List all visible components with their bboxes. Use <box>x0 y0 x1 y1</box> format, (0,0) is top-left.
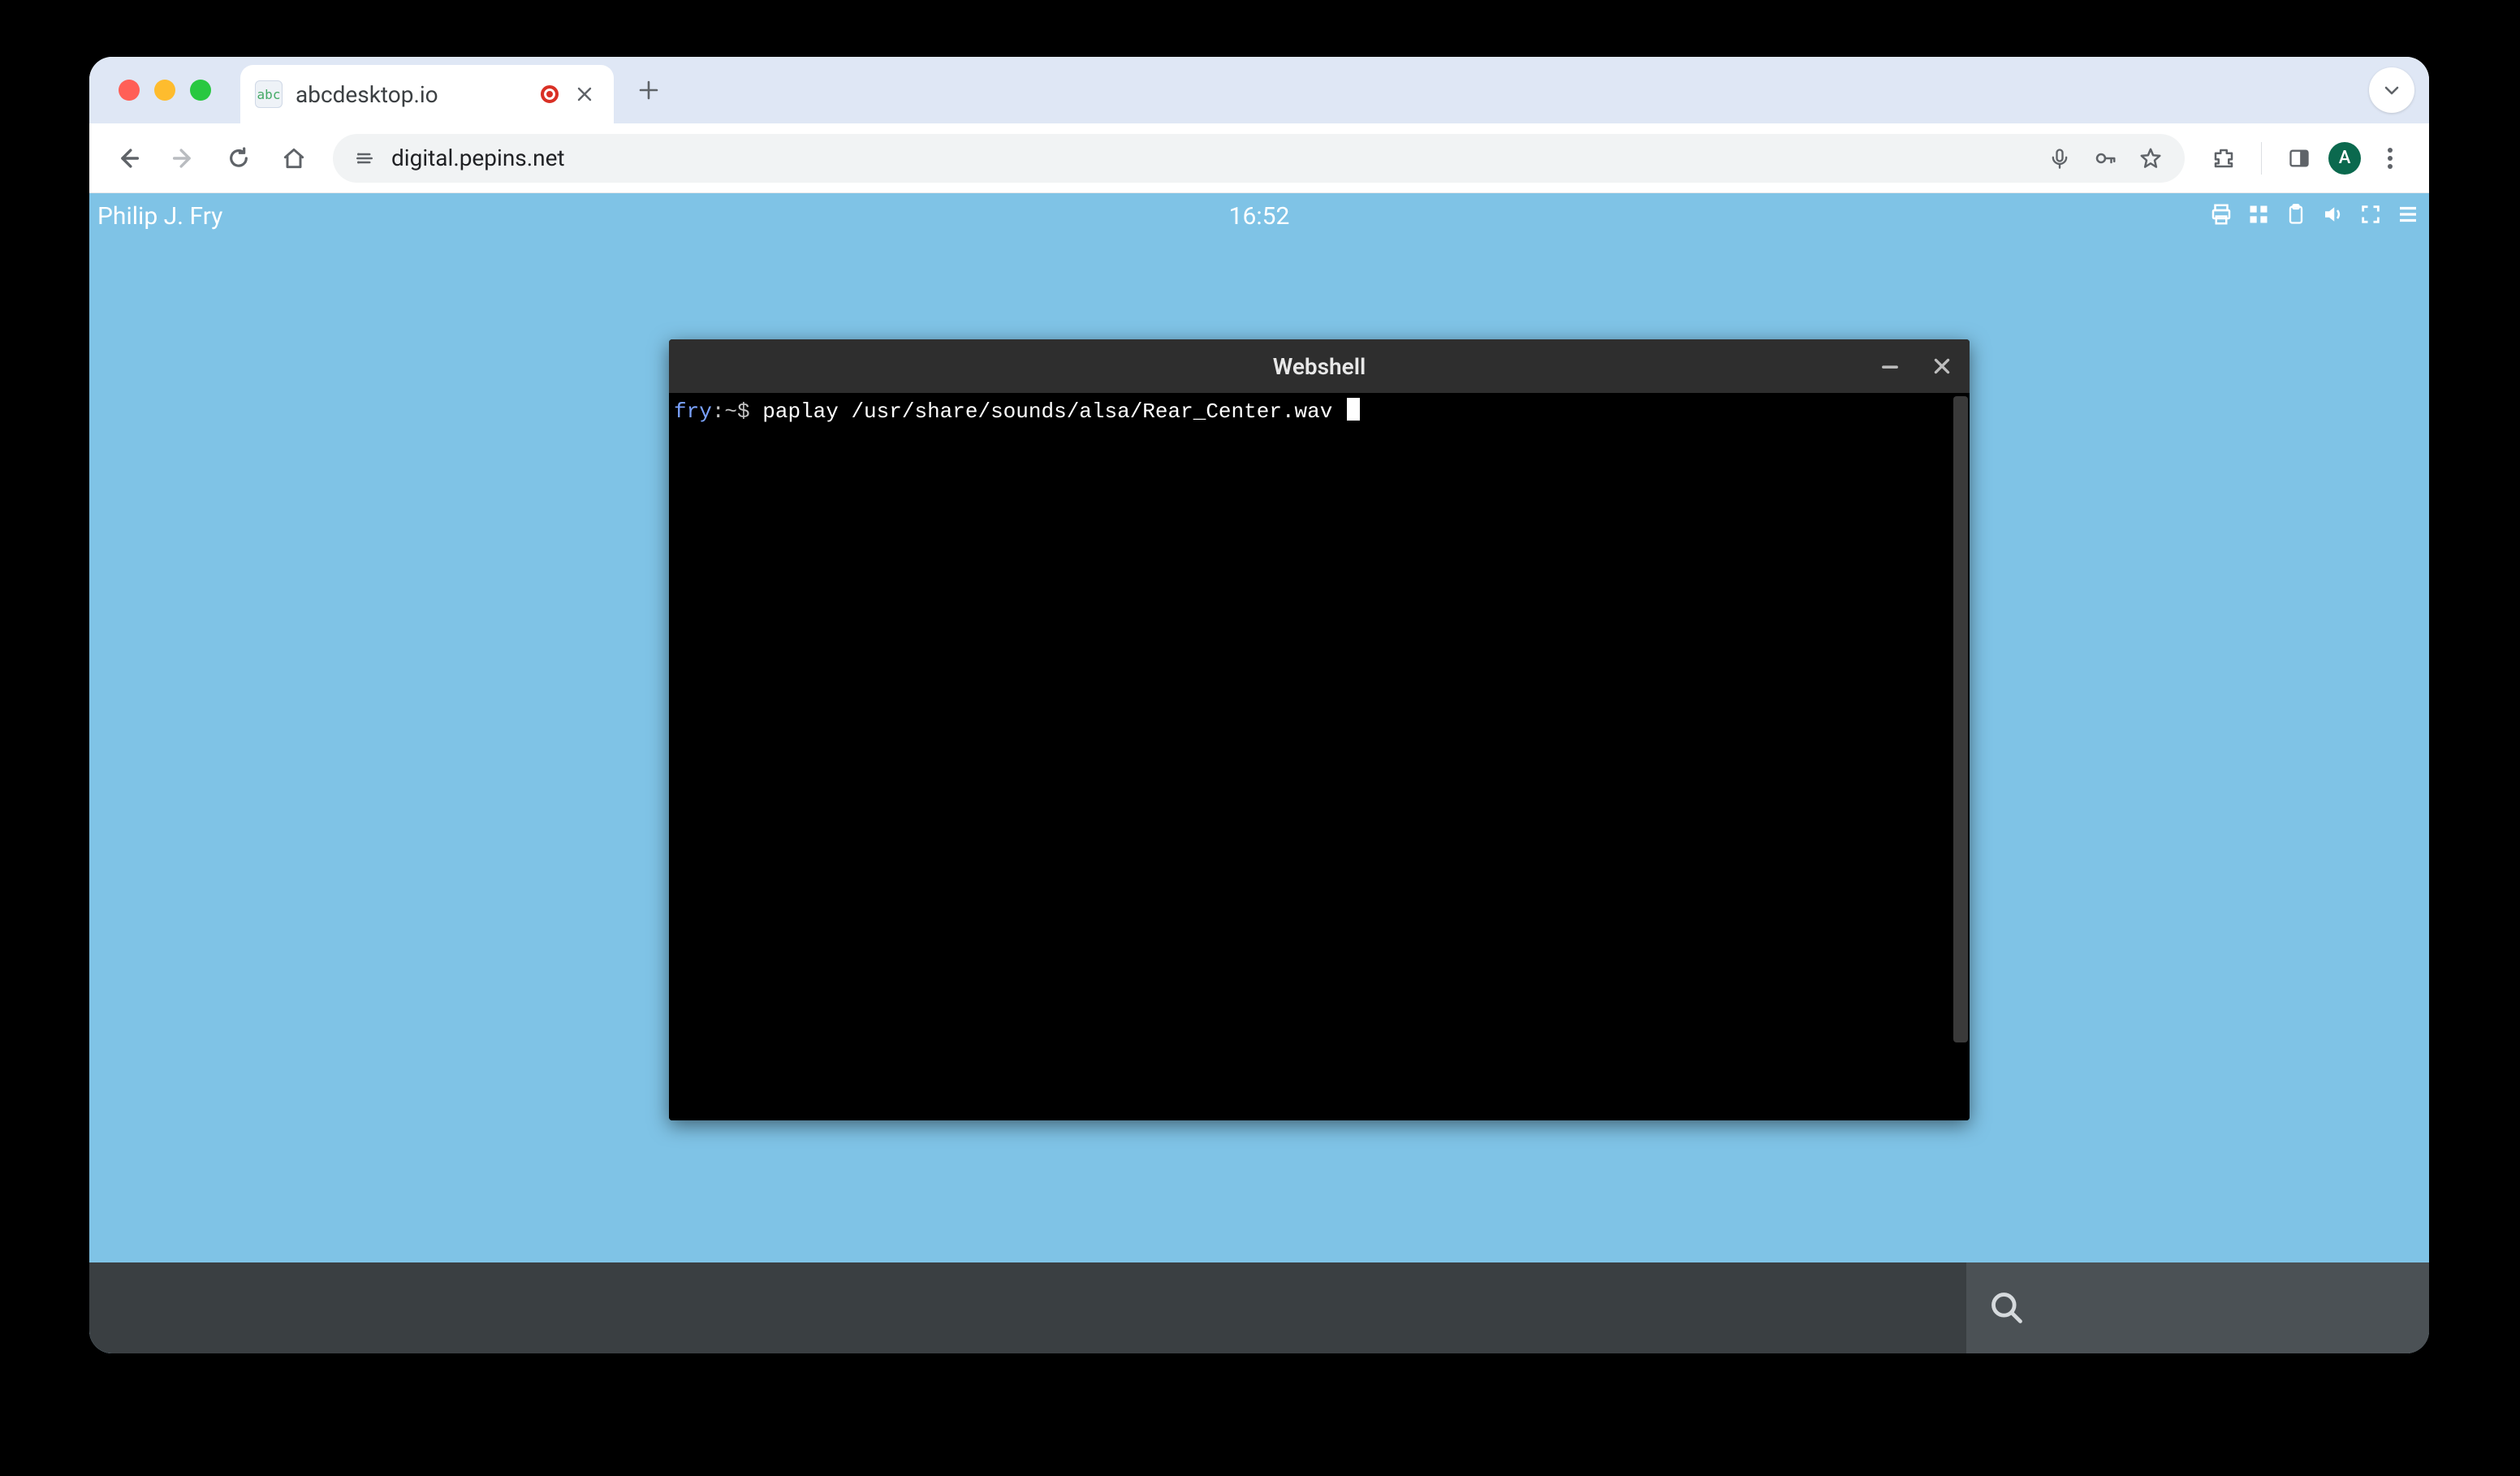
back-button[interactable] <box>104 134 153 183</box>
prompt-separator: :~$ <box>712 399 762 424</box>
page-viewport: Philip J. Fry 16:52 <box>89 193 2429 1353</box>
tabstrip: abc abcdesktop.io <box>89 57 2429 123</box>
window-close-button[interactable] <box>119 80 140 101</box>
menu-button[interactable] <box>2366 134 2414 183</box>
webshell-body[interactable]: fry:~$ paplay /usr/share/sounds/alsa/Rea… <box>669 393 1970 1120</box>
recording-indicator-icon[interactable] <box>541 85 559 103</box>
tabs-dropdown-button[interactable] <box>2369 67 2414 113</box>
browser-tab[interactable]: abc abcdesktop.io <box>240 65 614 123</box>
terminal-command: paplay /usr/share/sounds/alsa/Rear_Cente… <box>762 399 1345 424</box>
tab-favicon: abc <box>255 80 283 108</box>
address-bar[interactable]: digital.pepins.net <box>333 134 2185 183</box>
clipboard-icon[interactable] <box>2281 200 2311 229</box>
window-zoom-button[interactable] <box>190 80 211 101</box>
bookmark-star-icon[interactable] <box>2134 134 2167 183</box>
webshell-title: Webshell <box>1273 353 1366 380</box>
toolbar-right-icons: A <box>2199 134 2414 183</box>
password-key-icon[interactable] <box>2089 134 2121 183</box>
prompt-user: fry <box>674 399 712 424</box>
voice-search-icon[interactable] <box>2043 134 2076 183</box>
volume-icon[interactable] <box>2319 200 2348 229</box>
dock-search-panel[interactable] <box>1966 1262 2429 1353</box>
search-icon <box>1989 1290 2025 1326</box>
forward-button[interactable] <box>159 134 208 183</box>
webshell-window[interactable]: Webshell fry:~$ paplay /usr/share/sounds… <box>669 339 1970 1120</box>
remote-tray <box>2207 200 2423 229</box>
print-icon[interactable] <box>2207 200 2236 229</box>
extensions-icon[interactable] <box>2199 134 2248 183</box>
window-minimize-button[interactable] <box>154 80 175 101</box>
toolbar: digital.pepins.net <box>89 123 2429 193</box>
terminal-line: fry:~$ paplay /usr/share/sounds/alsa/Rea… <box>674 398 1950 425</box>
remote-username: Philip J. Fry <box>97 202 222 231</box>
remote-clock: 16:52 <box>1229 202 1290 231</box>
url-text: digital.pepins.net <box>391 145 2030 171</box>
webshell-close-button[interactable] <box>1924 348 1960 384</box>
side-panel-icon[interactable] <box>2275 134 2324 183</box>
tab-title: abcdesktop.io <box>296 81 528 108</box>
toolbar-separator <box>2261 142 2262 175</box>
dock-spacer <box>89 1262 1966 1353</box>
new-tab-button[interactable] <box>628 70 669 110</box>
remote-desktop[interactable]: Philip J. Fry 16:52 <box>89 193 2429 1353</box>
grid-apps-icon[interactable] <box>2244 200 2273 229</box>
profile-avatar[interactable]: A <box>2328 142 2361 175</box>
reload-button[interactable] <box>214 134 263 183</box>
avatar-letter: A <box>2339 148 2351 168</box>
webshell-titlebar[interactable]: Webshell <box>669 339 1970 393</box>
window-controls <box>119 80 211 101</box>
menu-list-icon[interactable] <box>2393 200 2423 229</box>
terminal-cursor <box>1347 398 1360 421</box>
remote-dock <box>89 1262 2429 1353</box>
terminal-scrollbar[interactable] <box>1953 396 1968 1042</box>
webshell-minimize-button[interactable] <box>1872 348 1908 384</box>
site-info-icon[interactable] <box>351 145 378 172</box>
browser-window: abc abcdesktop.io <box>89 57 2429 1353</box>
remote-topbar: Philip J. Fry 16:52 <box>89 193 2429 239</box>
home-button[interactable] <box>270 134 318 183</box>
tab-favicon-label: abc <box>257 87 281 102</box>
url-host: digital.pepins.net <box>391 145 565 171</box>
fullscreen-icon[interactable] <box>2356 200 2385 229</box>
tab-close-button[interactable] <box>572 81 598 107</box>
